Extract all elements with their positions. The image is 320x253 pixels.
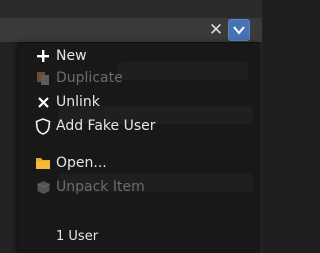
menu-item-label: Duplicate: [56, 70, 123, 86]
user-count: 1 User: [56, 229, 99, 244]
menu-item-duplicate[interactable]: Duplicate: [18, 67, 260, 89]
menu-item-unlink[interactable]: Unlink: [18, 91, 260, 113]
chevron-down-icon[interactable]: [228, 19, 250, 41]
plus-icon: [34, 47, 52, 65]
package-icon: [34, 178, 52, 196]
close-icon[interactable]: ✕: [206, 20, 226, 40]
background-panel-edge: [0, 42, 18, 253]
menu-item-unpack-item[interactable]: Unpack Item: [18, 176, 260, 198]
folder-icon: [34, 154, 52, 172]
shield-icon: [34, 117, 52, 135]
menu-item-add-fake-user[interactable]: Add Fake User: [18, 115, 260, 137]
menu-item-label: Open...: [56, 155, 107, 171]
menu-item-new[interactable]: New: [18, 45, 260, 67]
menu-item-label: Add Fake User: [56, 118, 156, 134]
menu-item-open[interactable]: Open...: [18, 152, 260, 174]
id-options-menu: New Duplicate Unlink Add Fake User Open.…: [18, 42, 260, 253]
duplicate-icon: [34, 69, 52, 87]
x-icon: [34, 93, 52, 111]
blender-id-menu-screenshot: ✕ New Duplicate Unlink Add Fake User Ope…: [0, 0, 262, 253]
menu-item-label: New: [56, 48, 87, 64]
menu-item-label: Unpack Item: [56, 179, 145, 195]
menu-item-label: Unlink: [56, 94, 100, 110]
